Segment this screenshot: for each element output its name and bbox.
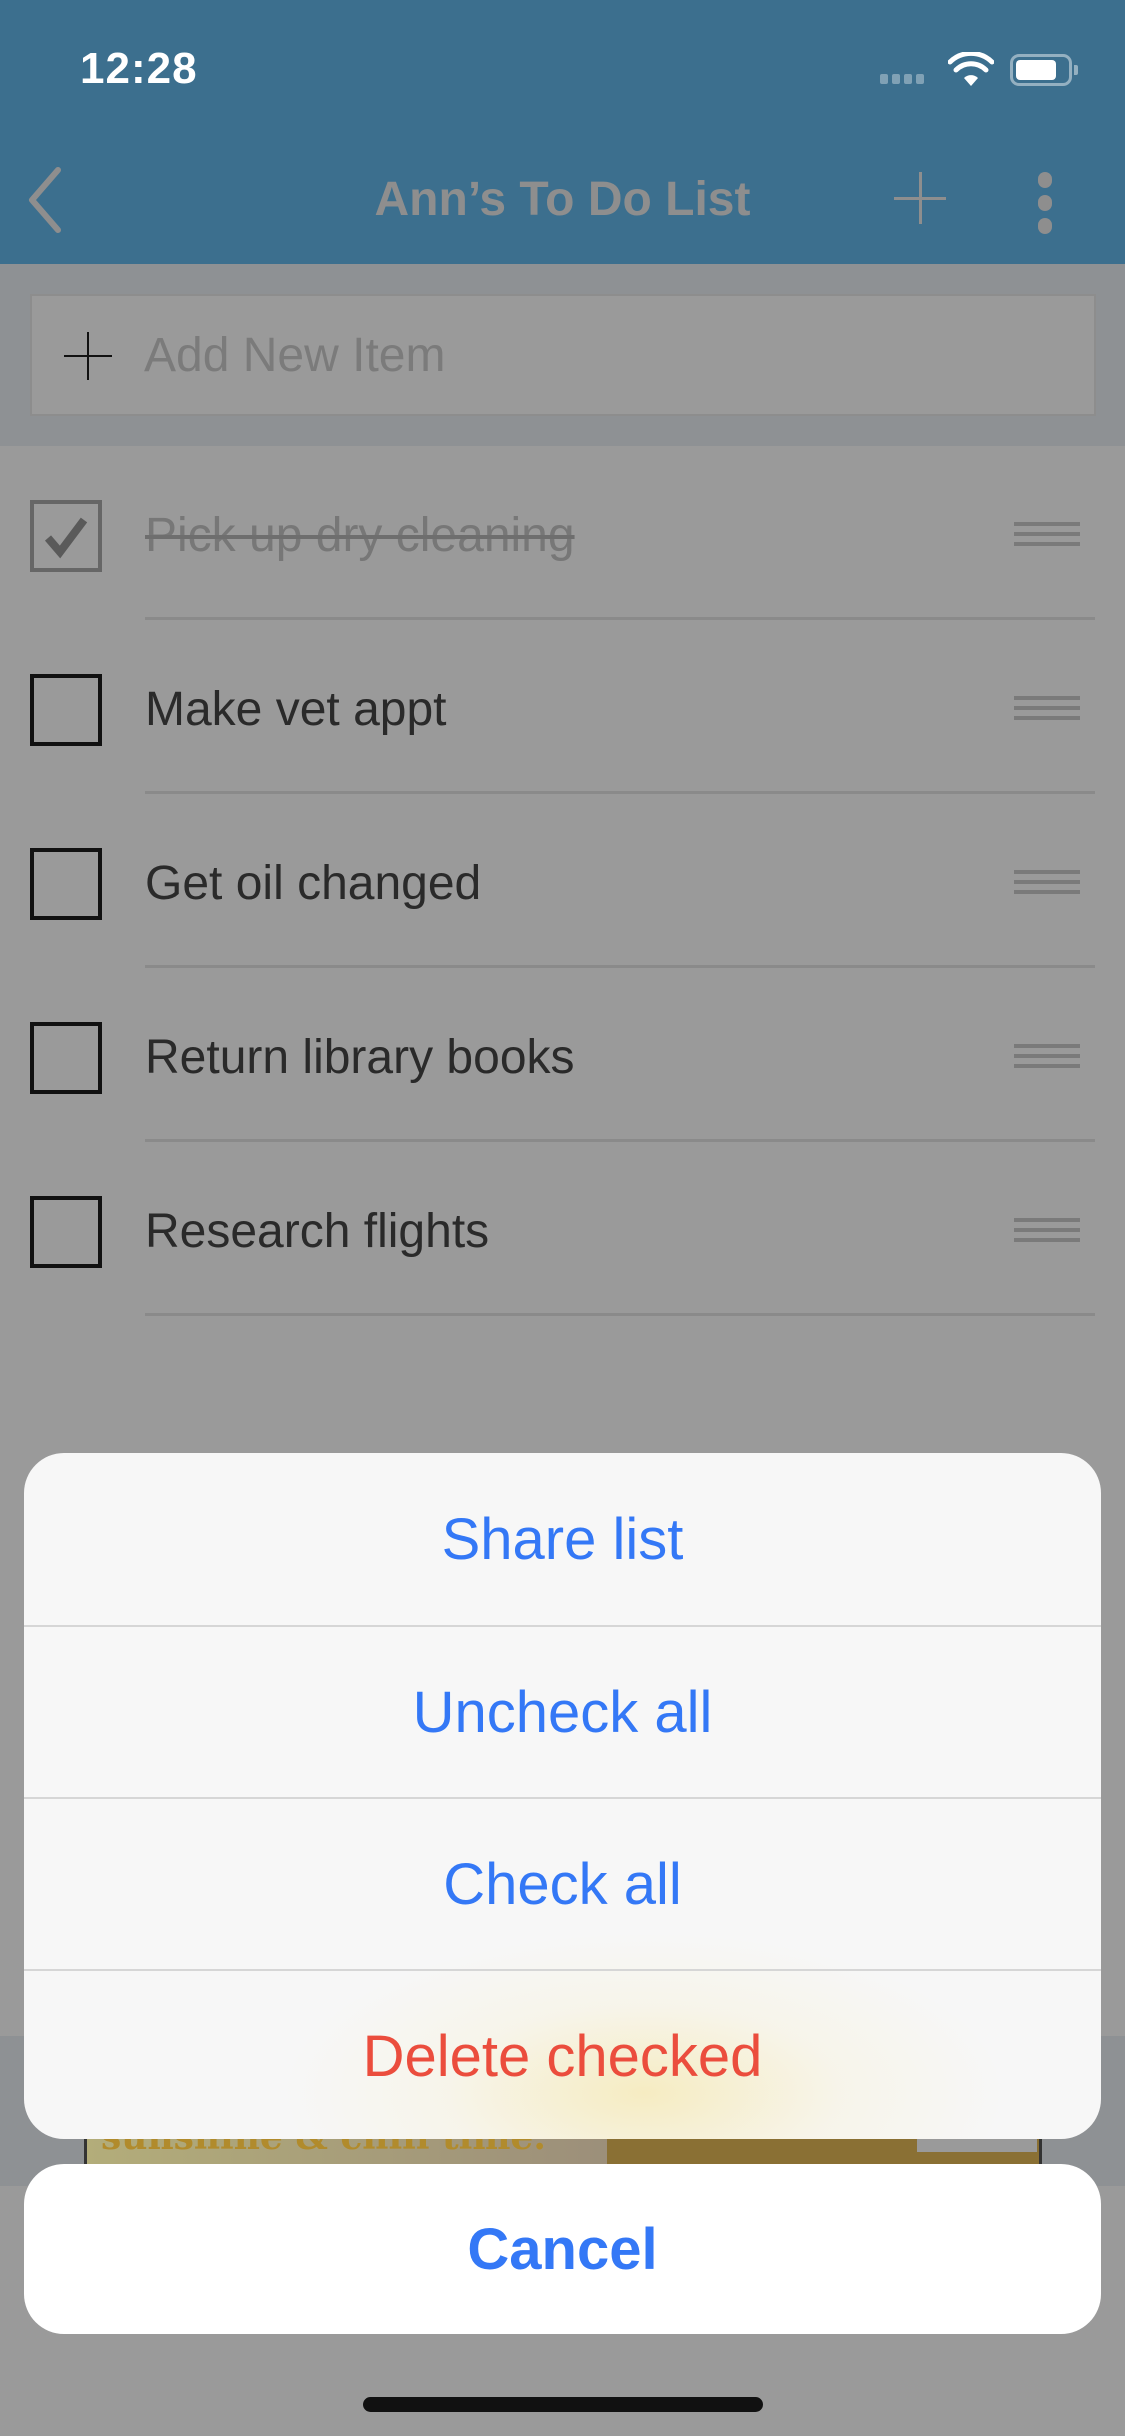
item-label: Research flights <box>145 1205 490 1258</box>
add-item-input[interactable]: Add New Item <box>30 294 1096 416</box>
drag-handle-icon[interactable] <box>1014 522 1080 548</box>
item-label: Return library books <box>145 1031 575 1084</box>
checkbox[interactable] <box>30 674 102 746</box>
list-item[interactable]: Pick up dry cleaning <box>0 446 1125 620</box>
checkbox[interactable] <box>30 1196 102 1268</box>
status-bar: 12:28 <box>0 0 1125 132</box>
wifi-icon <box>948 52 994 86</box>
cancel-button[interactable]: Cancel <box>24 2164 1101 2334</box>
share-list-button[interactable]: Share list <box>24 1453 1101 1625</box>
item-label: Pick up dry cleaning <box>145 509 575 562</box>
cellular-signal-icon <box>880 74 924 84</box>
plus-icon <box>64 332 112 380</box>
nav-bar: Ann’s To Do List <box>0 132 1125 264</box>
checkbox[interactable] <box>30 500 102 572</box>
item-label: Make vet appt <box>145 683 447 736</box>
drag-handle-icon[interactable] <box>1014 1218 1080 1244</box>
todo-list: Pick up dry cleaning Make vet appt Get o… <box>0 446 1125 1316</box>
list-item[interactable]: Get oil changed <box>0 794 1125 968</box>
list-item[interactable]: Return library books <box>0 968 1125 1142</box>
divider <box>145 1313 1095 1316</box>
list-item[interactable]: Research flights <box>0 1142 1125 1316</box>
uncheck-all-button[interactable]: Uncheck all <box>24 1625 1101 1797</box>
add-item-placeholder: Add New Item <box>144 329 446 382</box>
drag-handle-icon[interactable] <box>1014 1044 1080 1070</box>
item-label: Get oil changed <box>145 857 482 910</box>
checkbox[interactable] <box>30 1022 102 1094</box>
drag-handle-icon[interactable] <box>1014 696 1080 722</box>
battery-icon <box>1010 54 1078 86</box>
action-sheet: Share list Uncheck all Check all Delete … <box>24 1453 1101 2139</box>
drag-handle-icon[interactable] <box>1014 870 1080 896</box>
delete-checked-button[interactable]: Delete checked <box>24 1969 1101 2139</box>
list-item[interactable]: Make vet appt <box>0 620 1125 794</box>
check-all-button[interactable]: Check all <box>24 1797 1101 1969</box>
add-item-area: Add New Item <box>0 264 1125 446</box>
plus-icon[interactable] <box>890 168 950 228</box>
status-time: 12:28 <box>80 44 198 93</box>
home-indicator[interactable] <box>363 2397 763 2412</box>
checkmark-icon <box>44 517 88 559</box>
page-title: Ann’s To Do List <box>374 173 751 226</box>
more-vertical-icon[interactable] <box>1030 172 1060 236</box>
checkbox[interactable] <box>30 848 102 920</box>
